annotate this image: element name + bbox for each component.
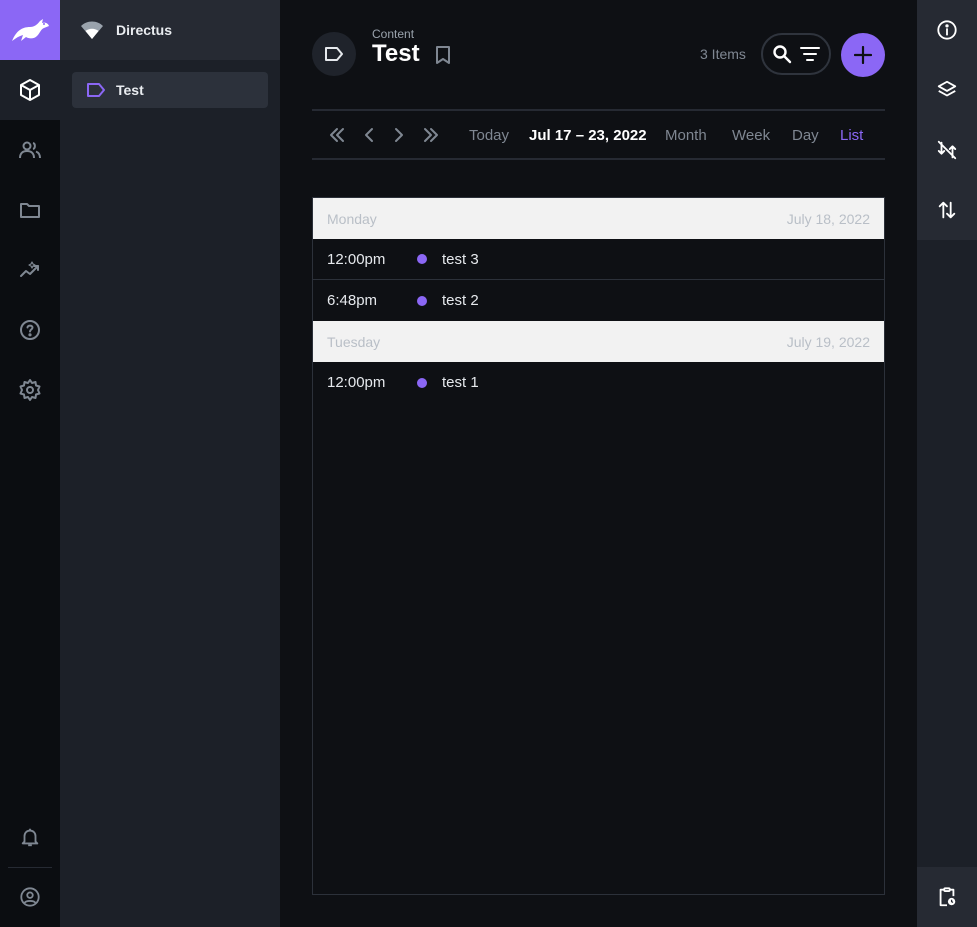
next-year-button[interactable]	[422, 126, 440, 144]
double-chevron-left-icon	[330, 128, 344, 142]
filter-icon[interactable]	[800, 46, 820, 62]
day-weekday: Tuesday	[327, 333, 381, 350]
sidebar-layout-button[interactable]	[917, 60, 977, 120]
rabbit-icon	[12, 19, 49, 41]
calendar-toolbar: Today Jul 17 – 23, 2022 Month Week Day L…	[312, 109, 885, 160]
collection-icon-button[interactable]	[312, 32, 356, 76]
bookmark-button[interactable]	[434, 45, 452, 65]
notifications-button[interactable]	[0, 807, 60, 867]
day-header-tuesday: Tuesday July 19, 2022	[313, 321, 884, 362]
navigation-panel: Directus Test	[60, 0, 280, 927]
project-header[interactable]: Directus	[60, 0, 280, 60]
module-help[interactable]	[0, 300, 60, 360]
folder-icon	[20, 203, 40, 218]
nav-item-label: Test	[116, 82, 144, 98]
breadcrumb[interactable]: Content	[372, 27, 414, 41]
next-button[interactable]	[390, 126, 408, 144]
module-settings[interactable]	[0, 360, 60, 420]
label-icon	[325, 47, 343, 61]
event-row[interactable]: 12:00pm test 1	[313, 362, 884, 403]
sidebar-activity-button[interactable]	[917, 867, 977, 927]
module-files[interactable]	[0, 180, 60, 240]
day-weekday: Monday	[327, 210, 377, 227]
calendar-list: Monday July 18, 2022 12:00pm test 3 6:48…	[312, 197, 885, 895]
insights-icon	[20, 261, 39, 277]
event-title[interactable]: test 1	[442, 374, 479, 391]
module-bar	[0, 0, 60, 927]
event-dot	[417, 377, 427, 388]
search-icon[interactable]	[772, 44, 792, 64]
day-date: July 19, 2022	[786, 333, 870, 350]
label-icon	[87, 83, 105, 97]
sync-disabled-icon	[937, 140, 957, 160]
chevron-left-icon	[365, 128, 373, 142]
prev-year-button[interactable]	[328, 126, 346, 144]
sidebar	[917, 0, 977, 927]
plus-icon	[854, 46, 872, 64]
view-day-button[interactable]: Day	[792, 127, 819, 144]
double-chevron-right-icon	[424, 128, 438, 142]
import-export-icon	[938, 201, 956, 219]
bell-icon	[21, 828, 39, 847]
info-icon	[937, 20, 957, 40]
event-time: 6:48pm	[327, 292, 378, 309]
prev-button[interactable]	[360, 126, 378, 144]
user-menu-button[interactable]	[0, 867, 60, 927]
view-month-button[interactable]: Month	[665, 127, 707, 144]
module-users[interactable]	[0, 120, 60, 180]
page-title: Test	[372, 40, 420, 67]
wifi-icon	[81, 21, 103, 39]
event-dot	[417, 295, 427, 306]
date-range: Jul 17 – 23, 2022	[529, 127, 647, 144]
event-row[interactable]: 6:48pm test 2	[313, 280, 884, 321]
users-icon	[19, 141, 41, 159]
cube-icon	[20, 79, 40, 101]
search-filter-group[interactable]	[761, 33, 831, 75]
view-list-button[interactable]: List	[840, 127, 863, 144]
sidebar-import-export-button[interactable]	[917, 180, 977, 240]
today-button[interactable]: Today	[469, 127, 509, 144]
item-count: 3 Items	[700, 46, 746, 62]
day-date: July 18, 2022	[786, 210, 870, 227]
directus-logo[interactable]	[0, 0, 60, 60]
layers-icon	[937, 80, 957, 97]
bookmark-icon	[436, 46, 450, 64]
user-avatar-icon	[20, 887, 40, 907]
event-dot	[417, 254, 427, 264]
event-time: 12:00pm	[327, 374, 386, 391]
gear-icon	[19, 379, 41, 401]
module-content[interactable]	[0, 60, 60, 120]
event-row[interactable]: 12:00pm test 3	[313, 239, 884, 280]
create-item-button[interactable]	[841, 33, 885, 77]
project-name: Directus	[116, 22, 173, 38]
sidebar-info-button[interactable]	[917, 0, 977, 60]
clipboard-clock-icon	[939, 887, 956, 907]
event-title[interactable]: test 2	[442, 292, 479, 309]
event-time: 12:00pm	[327, 250, 386, 268]
nav-item-test[interactable]: Test	[72, 72, 268, 108]
event-title[interactable]: test 3	[442, 251, 479, 268]
day-header-monday: Monday July 18, 2022	[313, 198, 884, 239]
help-icon	[20, 320, 40, 340]
sidebar-sync-button[interactable]	[917, 120, 977, 180]
module-insights[interactable]	[0, 240, 60, 300]
view-week-button[interactable]: Week	[732, 127, 770, 144]
chevron-right-icon	[395, 128, 403, 142]
